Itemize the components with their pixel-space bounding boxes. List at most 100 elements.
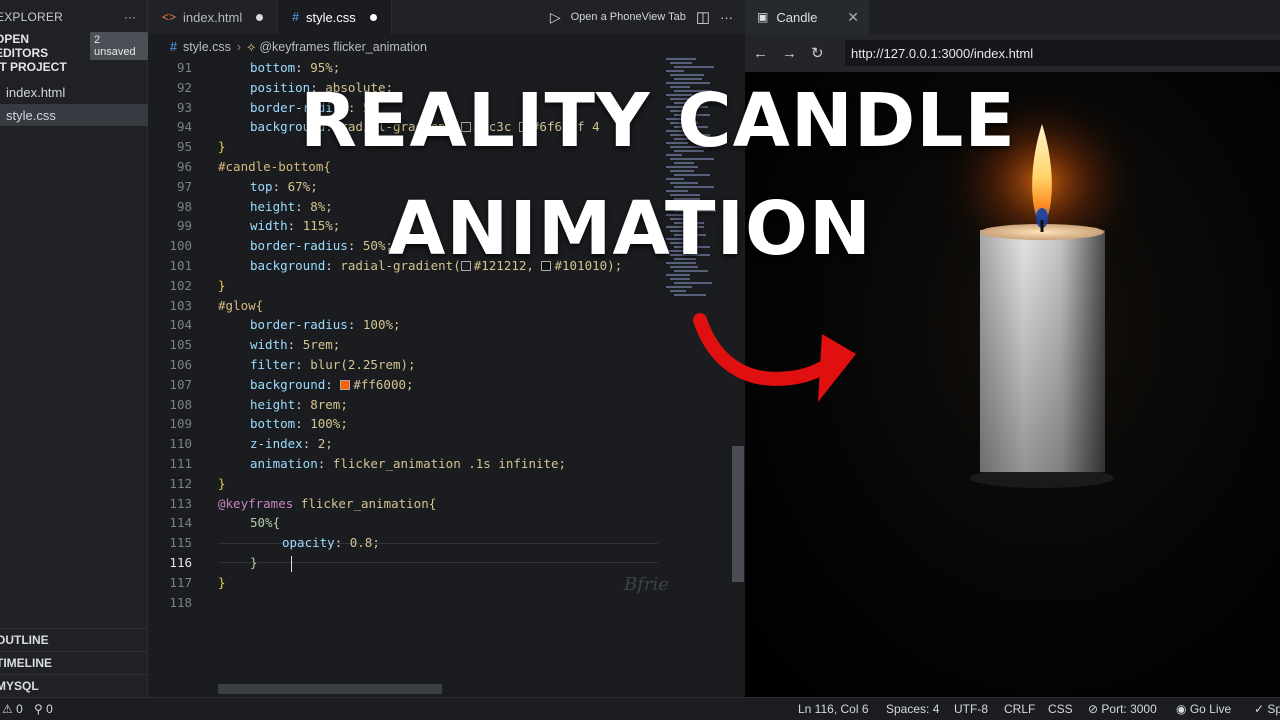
css-value: 0.8; bbox=[342, 535, 380, 551]
line-number: 97 bbox=[176, 178, 192, 194]
line-number: 107 bbox=[169, 376, 192, 392]
errors-indicator[interactable]: ⚠ 0 bbox=[2, 702, 23, 716]
encoding[interactable]: UTF-8 bbox=[954, 702, 988, 716]
colon: : bbox=[295, 396, 303, 412]
warnings-count: 0 bbox=[46, 702, 53, 716]
line-number: 112 bbox=[169, 475, 192, 491]
tab-index-html[interactable]: <> index.html bbox=[148, 0, 279, 34]
back-icon[interactable]: ← bbox=[753, 45, 768, 62]
file-index-html[interactable]: index.html bbox=[0, 81, 148, 103]
chevron-right-icon: › bbox=[236, 40, 242, 54]
line-ending[interactable]: CRLF bbox=[1004, 702, 1035, 716]
status-bar: ⚠ 0 ⚲ 0 Ln 116, Col 6 Spaces: 4 UTF-8 CR… bbox=[0, 697, 1280, 720]
editor-tab-bar: <> index.html # style.css ▷ Open a Phone… bbox=[148, 0, 745, 34]
file-name: style.css bbox=[6, 107, 56, 123]
color-swatch-icon[interactable] bbox=[340, 379, 351, 390]
candle-body-shade bbox=[980, 230, 1105, 472]
more-actions-icon[interactable]: ··· bbox=[720, 10, 733, 25]
breadcrumb-symbol[interactable]: @keyframes flicker_animation bbox=[259, 40, 427, 54]
outline-section[interactable]: OUTLINE bbox=[0, 628, 148, 650]
split-editor-icon[interactable]: ◫ bbox=[696, 8, 710, 26]
line-number: 111 bbox=[169, 456, 192, 471]
colon: : bbox=[325, 376, 333, 392]
code-line: 50%{ bbox=[250, 515, 280, 530]
candle-wick bbox=[1040, 220, 1044, 232]
css-icon: # bbox=[292, 10, 299, 24]
port-label: Port: 3000 bbox=[1101, 702, 1157, 716]
indent-setting[interactable]: Spaces: 4 bbox=[886, 702, 939, 716]
css-value: 8rem; bbox=[302, 396, 348, 412]
red-arrow-icon bbox=[693, 313, 856, 402]
line-number: 108 bbox=[169, 396, 192, 412]
code-line: height: 8rem; bbox=[250, 397, 348, 412]
file-style-css[interactable]: style.css bbox=[0, 104, 148, 126]
vertical-scrollbar[interactable] bbox=[732, 446, 744, 582]
open-phoneview-button[interactable]: Open a PhoneView Tab bbox=[571, 11, 686, 23]
code-line: } bbox=[250, 555, 292, 572]
tab-label: index.html bbox=[183, 9, 243, 25]
reload-icon[interactable]: ↻ bbox=[811, 44, 824, 62]
code-line: #glow{ bbox=[218, 298, 263, 313]
css-selector: #glow{ bbox=[218, 297, 264, 313]
mysql-section[interactable]: MYSQL bbox=[0, 674, 148, 696]
play-icon[interactable]: ▷ bbox=[550, 9, 561, 26]
css-value: 5rem; bbox=[295, 337, 341, 353]
go-live-label: Go Live bbox=[1189, 702, 1232, 716]
unsaved-dot-icon bbox=[256, 13, 264, 21]
code-line: bottom: 95%; bbox=[250, 60, 340, 75]
minimap-line bbox=[674, 66, 714, 68]
css-property: filter bbox=[250, 357, 296, 372]
more-actions-icon[interactable]: ··· bbox=[124, 10, 136, 24]
css-property: opacity bbox=[282, 535, 335, 551]
unsaved-badge: 2 unsaved bbox=[90, 32, 148, 60]
timeline-section[interactable]: TIMELINE bbox=[0, 651, 148, 673]
line-number: 99 bbox=[176, 218, 192, 234]
css-value: blur(2.25rem); bbox=[302, 357, 416, 372]
keyframes-name: flicker_animation{ bbox=[293, 495, 437, 511]
css-value: 100%; bbox=[355, 317, 401, 333]
line-number: 114 bbox=[169, 515, 192, 531]
css-property: bottom bbox=[250, 416, 296, 432]
line-number: 118 bbox=[169, 594, 192, 610]
line-number: 101 bbox=[169, 258, 192, 273]
forward-icon[interactable]: → bbox=[782, 45, 797, 62]
overlay-title-line2: ANIMATION bbox=[388, 186, 872, 272]
port-indicator[interactable]: ⊘ Port: 3000 bbox=[1088, 702, 1157, 716]
minimap-line bbox=[670, 278, 690, 280]
code-line: opacity: 0.8; bbox=[282, 535, 380, 550]
language-mode[interactable]: CSS bbox=[1048, 702, 1073, 716]
horizontal-scrollbar[interactable] bbox=[218, 684, 442, 694]
css-property: z-index bbox=[250, 436, 303, 452]
minimap-line bbox=[666, 286, 692, 288]
css-property: width bbox=[250, 337, 288, 353]
keyframe-selector: } bbox=[250, 555, 258, 570]
explorer-title: EXPLORER bbox=[0, 10, 63, 24]
file-name: index.html bbox=[6, 84, 66, 100]
close-icon[interactable]: ✕ bbox=[847, 9, 859, 26]
line-number: 117 bbox=[169, 574, 192, 590]
browser-tab-candle[interactable]: ▣ Candle ✕ bbox=[745, 0, 869, 34]
minimap-line bbox=[674, 174, 710, 176]
open-editors-section[interactable]: OPEN EDITORS 2 unsaved bbox=[0, 32, 148, 60]
line-number: 98 bbox=[176, 198, 192, 214]
project-section[interactable]: IT PROJECT bbox=[0, 60, 67, 74]
timeline-label: TIMELINE bbox=[0, 655, 52, 670]
code-line: z-index: 2; bbox=[250, 436, 333, 451]
go-live-button[interactable]: ◉ Go Live bbox=[1176, 702, 1231, 716]
url-input[interactable]: http://127.0.0.1:3000/index.html bbox=[845, 40, 1280, 66]
extra-status[interactable]: ✓ Sp bbox=[1254, 702, 1280, 716]
cursor-position[interactable]: Ln 116, Col 6 bbox=[798, 702, 869, 716]
css-property: top bbox=[250, 178, 273, 194]
ports-indicator[interactable]: ⚲ 0 bbox=[34, 702, 53, 716]
css-value: 100%; bbox=[302, 416, 348, 432]
css-property: width bbox=[250, 218, 288, 234]
outline-label: OUTLINE bbox=[0, 632, 49, 647]
line-number: 94 bbox=[176, 119, 192, 135]
tab-style-css[interactable]: # style.css bbox=[278, 0, 392, 34]
mysql-label: MYSQL bbox=[0, 678, 39, 693]
css-property: border-radius bbox=[250, 317, 348, 333]
css-property: height bbox=[250, 198, 296, 214]
breadcrumb-file[interactable]: style.css bbox=[183, 40, 231, 54]
tab-actions: ▷ Open a PhoneView Tab ◫ ··· bbox=[550, 0, 745, 34]
line-number: 100 bbox=[169, 238, 192, 254]
